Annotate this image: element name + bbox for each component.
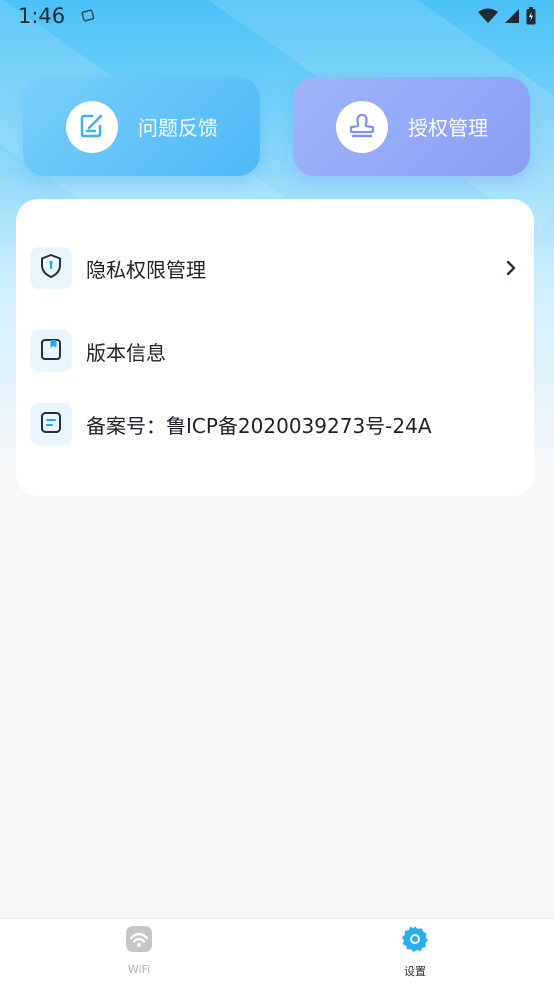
version-info-label: 版本信息 [86,340,166,365]
authorization-management-button[interactable]: 授权管理 [293,77,530,176]
authorization-icon-circle [336,100,388,153]
nav-tab-settings-label: 设置 [404,965,426,978]
chevron-right-icon [502,259,520,277]
notification-icon [80,8,96,28]
bookmark-icon [39,337,63,365]
nav-tab-wifi-label: WiFi [127,963,151,976]
row-icon-box [30,403,72,445]
feedback-icon-circle [66,100,118,153]
edit-icon [77,110,107,144]
wifi-signal-icon [478,8,498,28]
feedback-label: 问题反馈 [138,116,218,140]
document-icon [39,410,63,438]
status-icons [478,7,536,29]
privacy-permission-label: 隐私权限管理 [86,257,206,282]
cellular-signal-icon [504,8,520,28]
shield-icon [39,253,63,283]
status-bar: 1:46 [0,0,554,34]
wifi-icon [125,925,153,957]
row-icon-box [30,247,72,289]
battery-icon [526,7,536,29]
icp-record-label: 备案号：鲁ICP备2020039273号-24A [86,413,432,438]
icp-record-row[interactable]: 备案号：鲁ICP备2020039273号-24A [30,402,520,446]
nav-tab-settings[interactable]: 设置 [355,925,475,981]
bottom-navigation: WiFi 设置 [0,918,554,985]
version-info-row[interactable]: 版本信息 [30,329,520,373]
authorization-label: 授权管理 [408,116,488,140]
settings-card: 隐私权限管理 版本信息 备案号：鲁ICP备2020039273号-24A [16,199,534,496]
stamp-icon [347,110,377,144]
nav-tab-wifi[interactable]: WiFi [79,925,199,981]
feedback-button[interactable]: 问题反馈 [23,77,260,176]
row-icon-box [30,330,72,372]
gear-icon [401,925,429,957]
status-time: 1:46 [18,4,66,28]
privacy-permission-row[interactable]: 隐私权限管理 [30,246,520,290]
